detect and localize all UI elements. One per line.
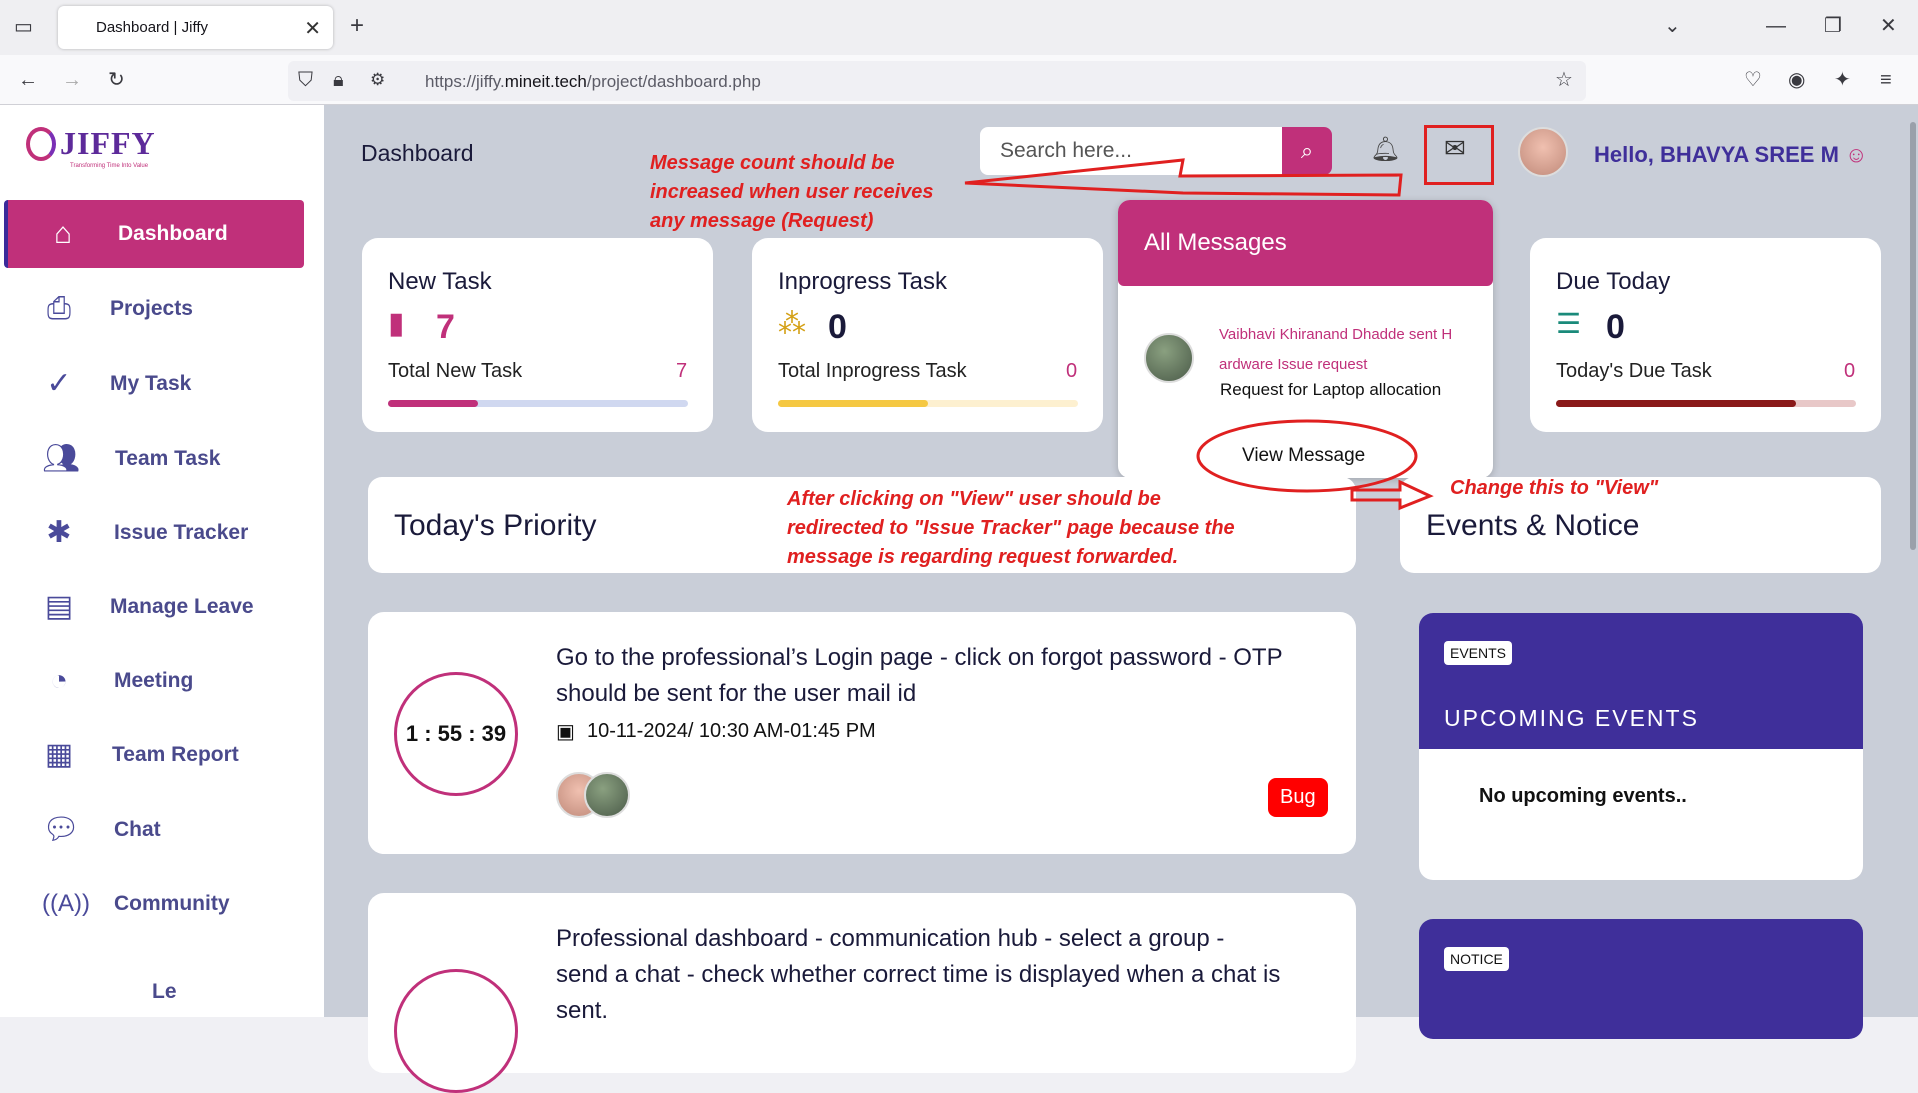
- annotation-change-view: Change this to "View": [1450, 477, 1659, 499]
- annotation-line: Message count should be: [650, 152, 895, 174]
- annotation-message-count: Message count should be increased when u…: [650, 149, 934, 236]
- annotation-line: any message (Request): [650, 210, 874, 232]
- annotation-redirect: After clicking on "View" user should be …: [787, 485, 1235, 572]
- annotation-line: After clicking on "View" user should be: [787, 488, 1161, 510]
- annotation-line: redirected to "Issue Tracker" page becau…: [787, 517, 1235, 539]
- annotation-arrow: [964, 158, 1403, 197]
- annotation-line: increased when user receives: [650, 181, 934, 203]
- annotation-ellipse: [1196, 419, 1418, 493]
- annotation-line: message is regarding request forwarded.: [787, 546, 1179, 568]
